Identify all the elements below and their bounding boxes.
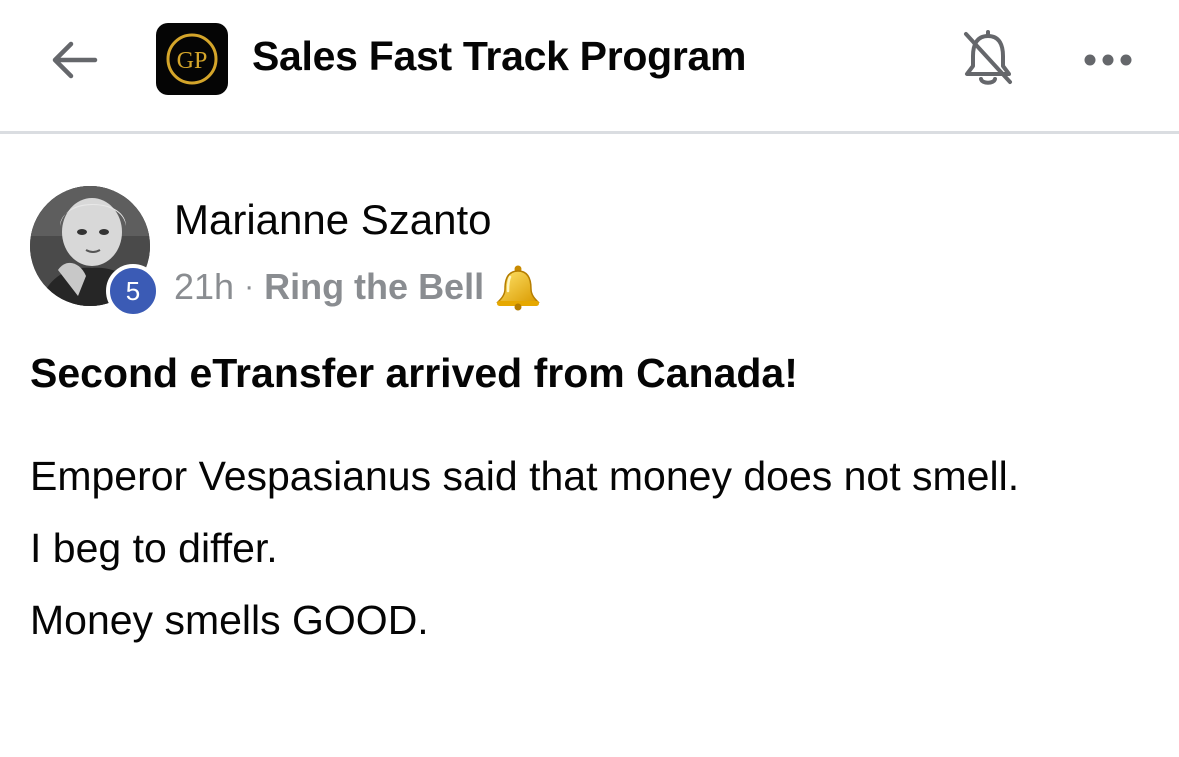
bell-off-icon bbox=[964, 30, 1012, 85]
post-title: Second eTransfer arrived from Canada! bbox=[30, 350, 798, 396]
post-time[interactable]: 21h bbox=[174, 266, 234, 308]
group-header: GP Sales Fast Track Program bbox=[0, 0, 1179, 134]
bell-emoji-icon bbox=[494, 263, 542, 311]
group-logo[interactable]: GP bbox=[156, 23, 228, 95]
post-body: Emperor Vespasianus said that money does… bbox=[30, 440, 1140, 656]
author-name[interactable]: Marianne Szanto bbox=[174, 196, 492, 244]
group-title[interactable]: Sales Fast Track Program bbox=[252, 33, 746, 80]
meta-separator: · bbox=[244, 270, 255, 303]
author-avatar-container[interactable]: 5 bbox=[30, 186, 160, 318]
more-options-button[interactable] bbox=[1076, 38, 1140, 82]
post-body-line: Money smells GOOD. bbox=[30, 597, 429, 643]
notifications-button[interactable] bbox=[956, 24, 1020, 92]
arrow-left-icon bbox=[52, 41, 98, 79]
back-button[interactable] bbox=[44, 32, 104, 88]
member-level-badge: 5 bbox=[106, 264, 160, 318]
post-body-line: I beg to differ. bbox=[30, 525, 278, 571]
more-horizontal-icon bbox=[1084, 54, 1132, 66]
svg-text:GP: GP bbox=[177, 48, 208, 74]
post-topic[interactable]: Ring the Bell bbox=[264, 266, 484, 308]
post-meta: 21h · Ring the Bell bbox=[174, 263, 542, 311]
gp-logo-icon: GP bbox=[166, 33, 218, 85]
post-body-line: Emperor Vespasianus said that money does… bbox=[30, 453, 1020, 499]
